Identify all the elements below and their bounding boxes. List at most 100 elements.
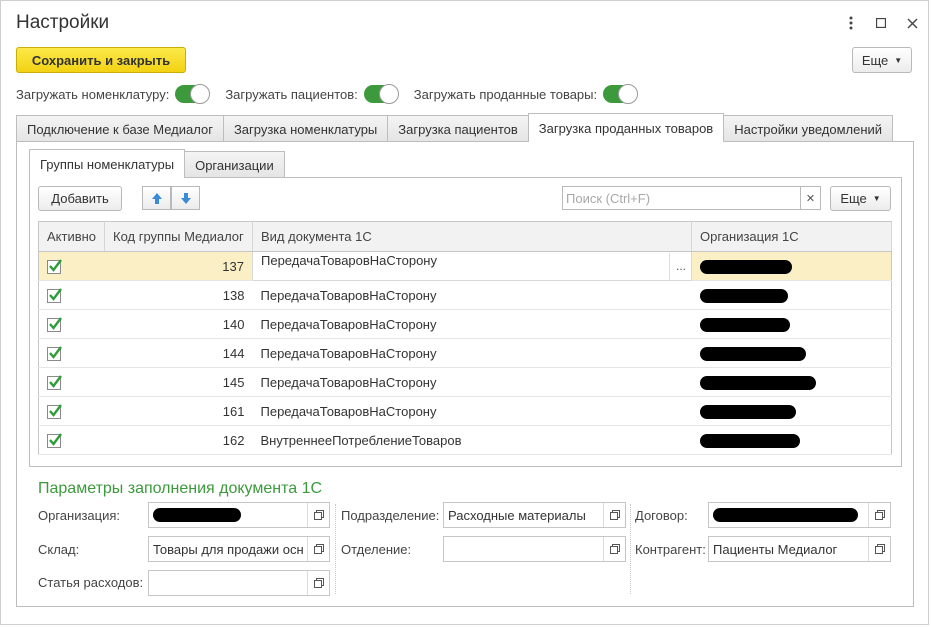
open-icon[interactable] <box>307 537 329 561</box>
active-checkbox[interactable] <box>47 346 62 361</box>
active-cell[interactable] <box>38 338 105 368</box>
tab-patients-load[interactable]: Загрузка пациентов <box>387 115 529 142</box>
doc-type-cell[interactable]: ... ПередачаТоваровНаСторону <box>252 251 692 281</box>
dropdown-caret-icon: ▼ <box>894 55 903 65</box>
redacted-value <box>699 346 806 361</box>
search-input[interactable] <box>562 186 801 210</box>
org-cell <box>691 338 892 368</box>
save-and-close-button[interactable]: Сохранить и закрыть <box>16 47 186 73</box>
arrow-down-icon <box>180 192 191 204</box>
warehouse-label: Склад: <box>38 542 80 557</box>
tab-nomenclature-load[interactable]: Загрузка номенклатуры <box>222 115 389 142</box>
add-button[interactable]: Добавить <box>38 186 122 211</box>
move-up-button[interactable] <box>142 186 171 210</box>
open-icon[interactable] <box>868 537 890 561</box>
counterparty-value: Пациенты Медиалог <box>713 541 838 557</box>
subdivision-value: Расходные материалы <box>448 507 586 523</box>
doc-type-value: ПередачаТоваровНаСторону <box>260 345 437 361</box>
contract-label: Договор: <box>635 508 688 523</box>
col-code-header[interactable]: Код группы Медиалог <box>104 221 253 252</box>
counterparty-field[interactable]: Пациенты Медиалог <box>708 536 891 562</box>
warehouse-field[interactable]: Товары для продажи осно <box>148 536 330 562</box>
contract-field[interactable] <box>708 502 891 528</box>
search-clear-icon[interactable]: ✕ <box>800 186 821 210</box>
maximize-icon[interactable] <box>871 13 891 33</box>
active-cell[interactable] <box>38 280 105 310</box>
close-icon[interactable] <box>902 13 922 33</box>
open-icon[interactable] <box>307 503 329 527</box>
active-checkbox[interactable] <box>47 375 62 390</box>
active-checkbox[interactable] <box>47 288 62 303</box>
open-icon[interactable] <box>603 537 625 561</box>
code-cell: 138 <box>104 280 253 310</box>
checkmark-icon <box>49 317 62 330</box>
col-org-header[interactable]: Организация 1С <box>691 221 892 252</box>
toggle-label-nomenclature: Загружать номенклатуру: <box>16 86 170 102</box>
checkmark-icon <box>49 288 62 301</box>
table-row[interactable]: 140 ПередачаТоваровНаСторону <box>38 309 892 339</box>
counterparty-label: Контрагент: <box>635 542 706 557</box>
kebab-menu-icon[interactable] <box>841 13 861 33</box>
active-checkbox[interactable] <box>47 404 62 419</box>
code-cell: 162 <box>104 425 253 455</box>
active-cell[interactable] <box>38 396 105 426</box>
table-row[interactable]: 144 ПередачаТоваровНаСторону <box>38 338 892 368</box>
select-button[interactable]: ... <box>669 252 691 280</box>
col-active-header[interactable]: Активно <box>38 221 105 252</box>
active-checkbox[interactable] <box>47 317 62 332</box>
doc-type-cell[interactable]: ПередачаТоваровНаСторону <box>252 338 692 368</box>
active-cell[interactable] <box>38 251 105 281</box>
doc-type-cell[interactable]: ПередачаТоваровНаСторону <box>252 309 692 339</box>
move-down-button[interactable] <box>171 186 200 210</box>
active-cell[interactable] <box>38 309 105 339</box>
active-checkbox[interactable] <box>47 433 62 448</box>
warehouse-value: Товары для продажи осно <box>153 541 303 557</box>
tab-notifications[interactable]: Настройки уведомлений <box>723 115 894 142</box>
expense-field[interactable] <box>148 570 330 596</box>
redacted-value <box>699 433 800 448</box>
subdivision-field[interactable]: Расходные материалы <box>443 502 626 528</box>
window-title: Настройки <box>16 12 110 33</box>
redacted-value <box>699 317 790 332</box>
toggle-load-nomenclature[interactable] <box>175 84 211 104</box>
active-cell[interactable] <box>38 367 105 397</box>
toggle-load-patients[interactable] <box>363 84 399 104</box>
tab-organizations[interactable]: Организации <box>184 151 285 178</box>
org-field[interactable] <box>148 502 330 528</box>
table-row[interactable]: 161 ПередачаТоваровНаСторону <box>38 396 892 426</box>
redacted-value <box>699 375 816 390</box>
table-row[interactable]: 162 ВнутреннееПотреблениеТоваров <box>38 425 892 455</box>
org-cell <box>691 251 892 281</box>
doc-type-value: ПередачаТоваровНаСторону <box>260 316 437 332</box>
doc-type-cell[interactable]: ПередачаТоваровНаСторону <box>252 396 692 426</box>
department-field[interactable] <box>443 536 626 562</box>
tab-sold-goods-load[interactable]: Загрузка проданных товаров <box>527 113 725 142</box>
more-button[interactable]: Еще ▼ <box>852 47 912 73</box>
doc-type-cell[interactable]: ВнутреннееПотреблениеТоваров <box>252 425 692 455</box>
doc-type-value: ПередачаТоваровНаСторону <box>260 287 437 303</box>
org-cell <box>691 367 892 397</box>
table-row[interactable]: 138 ПередачаТоваровНаСторону <box>38 280 892 310</box>
doc-type-value: ВнутреннееПотреблениеТоваров <box>260 432 462 448</box>
open-icon[interactable] <box>603 503 625 527</box>
active-cell[interactable] <box>38 425 105 455</box>
doc-type-cell[interactable]: ПередачаТоваровНаСторону <box>252 367 692 397</box>
org-label: Организация: <box>38 508 121 523</box>
toggle-load-sold-goods[interactable] <box>603 84 639 104</box>
table-row[interactable]: 145 ПередачаТоваровНаСторону <box>38 367 892 397</box>
arrow-up-icon <box>151 192 162 204</box>
more-button-label: Еще <box>861 52 889 68</box>
col-doc-type-header[interactable]: Вид документа 1С <box>252 221 692 252</box>
code-cell: 144 <box>104 338 253 368</box>
dropdown-caret-icon: ▼ <box>872 194 881 203</box>
table-header-row: Активно Код группы Медиалог Вид документ… <box>38 221 892 252</box>
doc-type-cell[interactable]: ПередачаТоваровНаСторону <box>252 280 692 310</box>
redacted-value <box>699 404 796 419</box>
tab-medialog-connection[interactable]: Подключение к базе Медиалог <box>16 115 224 142</box>
open-icon[interactable] <box>307 571 329 595</box>
tab-nomenclature-groups[interactable]: Группы номенклатуры <box>29 149 186 178</box>
table-row[interactable]: 137... ПередачаТоваровНаСторону <box>38 251 892 281</box>
open-icon[interactable] <box>868 503 890 527</box>
active-checkbox[interactable] <box>47 259 62 274</box>
list-more-button[interactable]: Еще ▼ <box>830 186 891 211</box>
